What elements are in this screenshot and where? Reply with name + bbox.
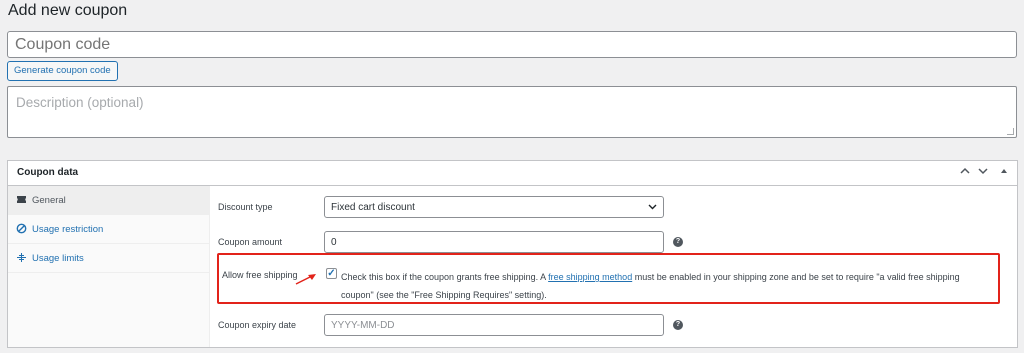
coupon-expiry-placeholder: YYYY-MM-DD xyxy=(331,320,395,331)
help-icon[interactable]: ? xyxy=(673,237,683,247)
generate-coupon-code-button[interactable]: Generate coupon code xyxy=(7,61,118,81)
tab-usage-restriction-label: Usage restriction xyxy=(32,224,104,235)
discount-type-select[interactable]: Fixed cart discount xyxy=(324,196,664,218)
move-up-icon[interactable] xyxy=(960,167,970,178)
coupon-data-tabs: General Usage restriction Usage limits xyxy=(8,186,210,347)
help-icon[interactable]: ? xyxy=(673,320,683,330)
coupon-expiry-input[interactable]: YYYY-MM-DD xyxy=(324,314,664,336)
tab-usage-restriction[interactable]: Usage restriction xyxy=(8,215,209,244)
free-shipping-label: Allow free shipping xyxy=(222,270,298,280)
discount-type-label: Discount type xyxy=(218,202,273,212)
tab-usage-limits[interactable]: Usage limits xyxy=(8,244,209,273)
coupon-amount-value: 0 xyxy=(331,237,337,248)
annotation-arrow-icon xyxy=(294,272,318,291)
discount-type-value: Fixed cart discount xyxy=(331,202,415,213)
page-title: Add new coupon xyxy=(8,2,128,19)
free-shipping-method-link[interactable]: free shipping method xyxy=(548,272,632,282)
resize-handle-icon[interactable] xyxy=(1007,128,1014,135)
toggle-panel-icon[interactable] xyxy=(1000,167,1008,178)
move-down-icon[interactable] xyxy=(978,167,988,178)
plus-cross-icon xyxy=(16,252,27,263)
description-textarea[interactable]: Description (optional) xyxy=(7,86,1017,138)
prohibited-icon xyxy=(16,223,27,234)
coupon-expiry-label: Coupon expiry date xyxy=(218,320,297,330)
chevron-down-icon xyxy=(648,202,657,212)
free-shipping-description: Check this box if the coupon grants free… xyxy=(341,272,960,300)
description-placeholder: Description (optional) xyxy=(16,95,144,110)
tab-general-label: General xyxy=(32,195,66,206)
free-shipping-checkbox[interactable]: ✓ xyxy=(326,268,337,279)
coupon-amount-label: Coupon amount xyxy=(218,237,283,247)
coupon-data-header: Coupon data xyxy=(8,161,1017,186)
tab-usage-limits-label: Usage limits xyxy=(32,253,84,264)
coupon-code-input[interactable] xyxy=(7,31,1017,58)
coupon-amount-input[interactable]: 0 xyxy=(324,231,664,253)
tab-general[interactable]: General xyxy=(8,186,209,215)
coupon-data-title: Coupon data xyxy=(17,167,79,178)
ticket-icon xyxy=(16,194,27,205)
